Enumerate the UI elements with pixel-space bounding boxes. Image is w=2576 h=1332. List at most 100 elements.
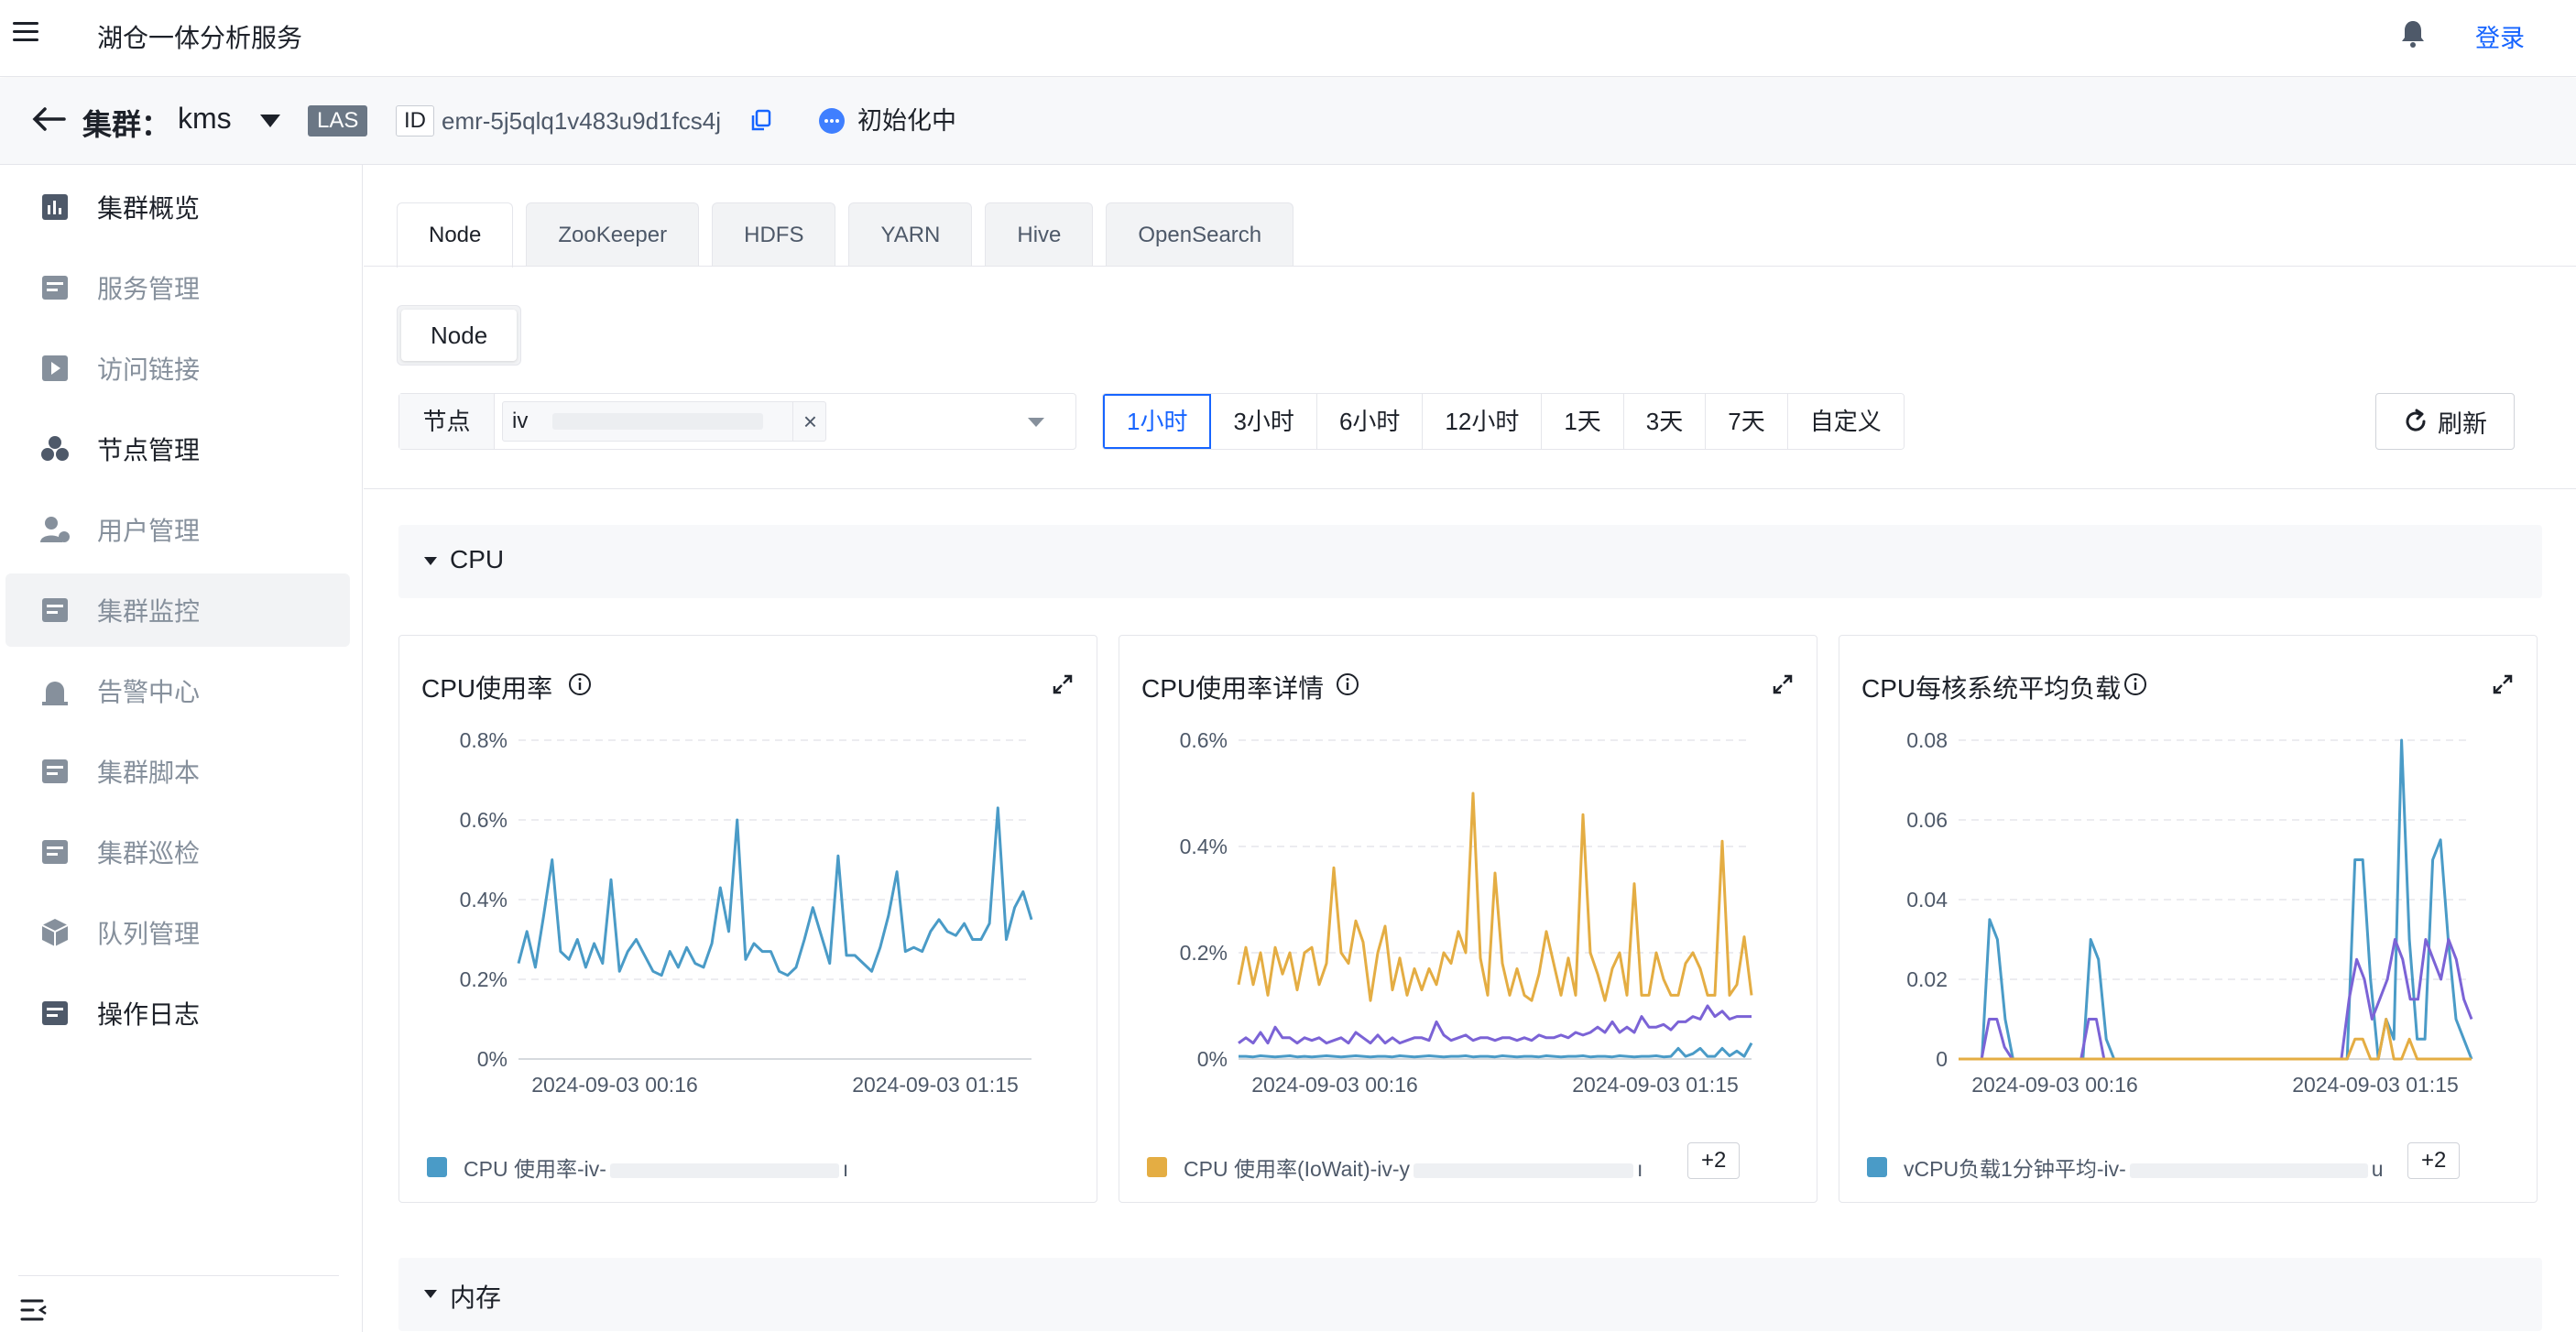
sidebar-item[interactable]: 用户管理 <box>5 493 350 566</box>
tab[interactable]: OpenSearch <box>1106 202 1294 267</box>
sidebar-item[interactable]: 集群监控 <box>5 573 350 647</box>
time-range-option[interactable]: 1天 <box>1542 394 1624 449</box>
info-icon[interactable] <box>568 672 592 696</box>
sidebar-item[interactable]: 操作日志 <box>5 977 350 1050</box>
sidebar-item-label: 集群脚本 <box>97 759 201 787</box>
section-cpu-title: CPU <box>450 545 505 573</box>
sidebar-item-label: 队列管理 <box>97 920 201 948</box>
tab[interactable]: ZooKeeper <box>526 202 700 267</box>
time-range-option[interactable]: 12小时 <box>1423 394 1543 449</box>
x-tick-label: 2024-09-03 01:15 <box>1572 1073 1739 1097</box>
time-range-option[interactable]: 自定义 <box>1787 394 1904 449</box>
y-tick-label: 0.6% <box>460 808 508 832</box>
log-icon <box>42 1001 68 1025</box>
sidebar-item[interactable]: 节点管理 <box>5 412 350 486</box>
tab[interactable]: Hive <box>985 202 1094 267</box>
legend-label: CPU 使用率(IoWait)-iv-y ı <box>1184 1152 1643 1183</box>
chart-title: CPU使用率 <box>421 674 553 703</box>
node-chip-text: iv <box>512 409 529 433</box>
legend-redacted <box>609 1163 839 1178</box>
caret-down-icon <box>424 557 437 565</box>
y-tick-label: 0.4% <box>460 888 508 912</box>
y-tick-label: 0.02 <box>1906 967 1948 991</box>
cluster-dropdown-icon[interactable] <box>260 115 280 127</box>
sidebar-item-label: 集群监控 <box>97 597 201 626</box>
legend-label: vCPU负载1分钟平均-iv-u <box>1904 1152 2384 1183</box>
sidebar-item[interactable]: 集群脚本 <box>5 735 350 808</box>
collapse-sidebar-icon[interactable] <box>20 1297 49 1323</box>
subtab-node[interactable]: Node <box>401 310 518 361</box>
sidebar-item[interactable]: 告警中心 <box>5 654 350 727</box>
expand-icon[interactable] <box>2493 674 2513 694</box>
section-cpu[interactable]: CPU <box>398 525 2542 598</box>
expand-icon[interactable] <box>1053 674 1073 694</box>
chart-card: CPU使用率详情 0.6% 0.4% 0.2% 0% 2024-09-03 00:16 20… <box>1119 635 1817 1203</box>
series-line <box>517 806 1033 977</box>
tab[interactable]: HDFS <box>712 202 836 267</box>
legend-more-button[interactable]: +2 <box>1687 1142 1741 1179</box>
time-range-option[interactable]: 7天 <box>1706 394 1788 449</box>
legend-swatch <box>1147 1157 1167 1177</box>
info-icon[interactable] <box>2123 672 2147 696</box>
chevron-down-icon[interactable] <box>1028 418 1044 427</box>
legend-label-prefix: CPU 使用率(IoWait)-iv-y <box>1184 1157 1411 1181</box>
x-tick-label: 2024-09-03 01:15 <box>2292 1073 2459 1097</box>
sidebar-item[interactable]: 集群巡检 <box>5 815 350 889</box>
legend-label: CPU 使用率-iv-ı <box>464 1152 848 1183</box>
service-tabs: Node ZooKeeper HDFS YARN Hive OpenSearch <box>397 202 1306 267</box>
sidebar-item[interactable]: 队列管理 <box>5 896 350 969</box>
alarm-icon <box>42 682 68 705</box>
x-tick-label: 2024-09-03 01:15 <box>852 1073 1019 1097</box>
sidebar-item[interactable]: 访问链接 <box>5 332 350 405</box>
sidebar-item-label: 节点管理 <box>97 436 201 464</box>
legend-label-suffix: ı <box>842 1157 849 1181</box>
cluster-header: 集群： kms LAS ID emr-5j5qlq1v483u9d1fcs4j … <box>0 78 2576 165</box>
tab[interactable]: YARN <box>848 202 973 267</box>
login-link[interactable]: 登录 <box>2475 18 2525 54</box>
y-tick-label: 0.4% <box>1180 835 1228 858</box>
refresh-button[interactable]: 刷新 <box>2375 393 2515 450</box>
node-chip: iv × <box>502 401 826 442</box>
cluster-id-label: ID <box>396 105 434 136</box>
node-select[interactable]: 节点 iv × <box>398 393 1076 450</box>
chart-card: CPU使用率 0.8% 0.6% 0.4% 0.2% 0% 2024-09-03 00:16… <box>398 635 1097 1203</box>
copy-icon[interactable] <box>751 109 771 131</box>
legend-swatch <box>427 1157 447 1177</box>
chart-plot: 0.8% 0.6% 0.4% 0.2% 0% 2024-09-03 00:16 2024-0… <box>460 728 1033 1097</box>
cluster-name[interactable]: kms <box>178 102 232 136</box>
refresh-label: 刷新 <box>2438 409 2487 438</box>
node-chip-clear-icon[interactable]: × <box>792 402 827 441</box>
time-range-option[interactable]: 6小时 <box>1316 394 1424 449</box>
tab[interactable]: Node <box>397 202 514 267</box>
sidebar-item-label: 集群概览 <box>97 194 201 223</box>
chart-legend[interactable]: vCPU负载1分钟平均-iv-u <box>1867 1149 2384 1185</box>
time-range-option[interactable]: 3小时 <box>1211 394 1317 449</box>
status-loading-icon <box>819 108 845 134</box>
back-arrow-icon[interactable] <box>31 105 66 133</box>
info-icon[interactable] <box>1336 672 1359 696</box>
sidebar-item[interactable]: 集群概览 <box>5 170 350 244</box>
cluster-type-badge: LAS <box>308 105 368 136</box>
hamburger-menu-icon[interactable] <box>13 22 38 44</box>
script-icon <box>42 759 68 783</box>
bell-icon[interactable] <box>2398 18 2428 49</box>
node-select-label: 节点 <box>399 394 495 449</box>
legend-label-suffix: ı <box>1637 1157 1643 1181</box>
sidebar-divider <box>18 1275 339 1276</box>
x-tick-label: 2024-09-03 00:16 <box>1971 1073 2138 1097</box>
section-memory[interactable]: 内存 <box>398 1258 2542 1331</box>
y-tick-label: 0.04 <box>1906 888 1948 912</box>
legend-label-prefix: vCPU负载1分钟平均-iv- <box>1904 1157 2126 1181</box>
legend-more-button[interactable]: +2 <box>2407 1142 2461 1179</box>
chart-plot: 0.6% 0.4% 0.2% 0% 2024-09-03 00:16 2024-09-03… <box>1180 728 1753 1097</box>
chart-legend[interactable]: CPU 使用率-iv-ı <box>427 1149 848 1185</box>
sidebar-item[interactable]: 服务管理 <box>5 251 350 324</box>
expand-icon[interactable] <box>1773 674 1793 694</box>
chart-legend[interactable]: CPU 使用率(IoWait)-iv-y ı <box>1147 1149 1643 1185</box>
time-range-option[interactable]: 3天 <box>1623 394 1707 449</box>
node-chip-redacted <box>552 413 763 430</box>
sidebar-item-label: 服务管理 <box>97 275 201 303</box>
sidebar-item-label: 访问链接 <box>97 355 201 384</box>
x-tick-label: 2024-09-03 00:16 <box>1251 1073 1418 1097</box>
time-range-option[interactable]: 1小时 <box>1103 394 1212 449</box>
